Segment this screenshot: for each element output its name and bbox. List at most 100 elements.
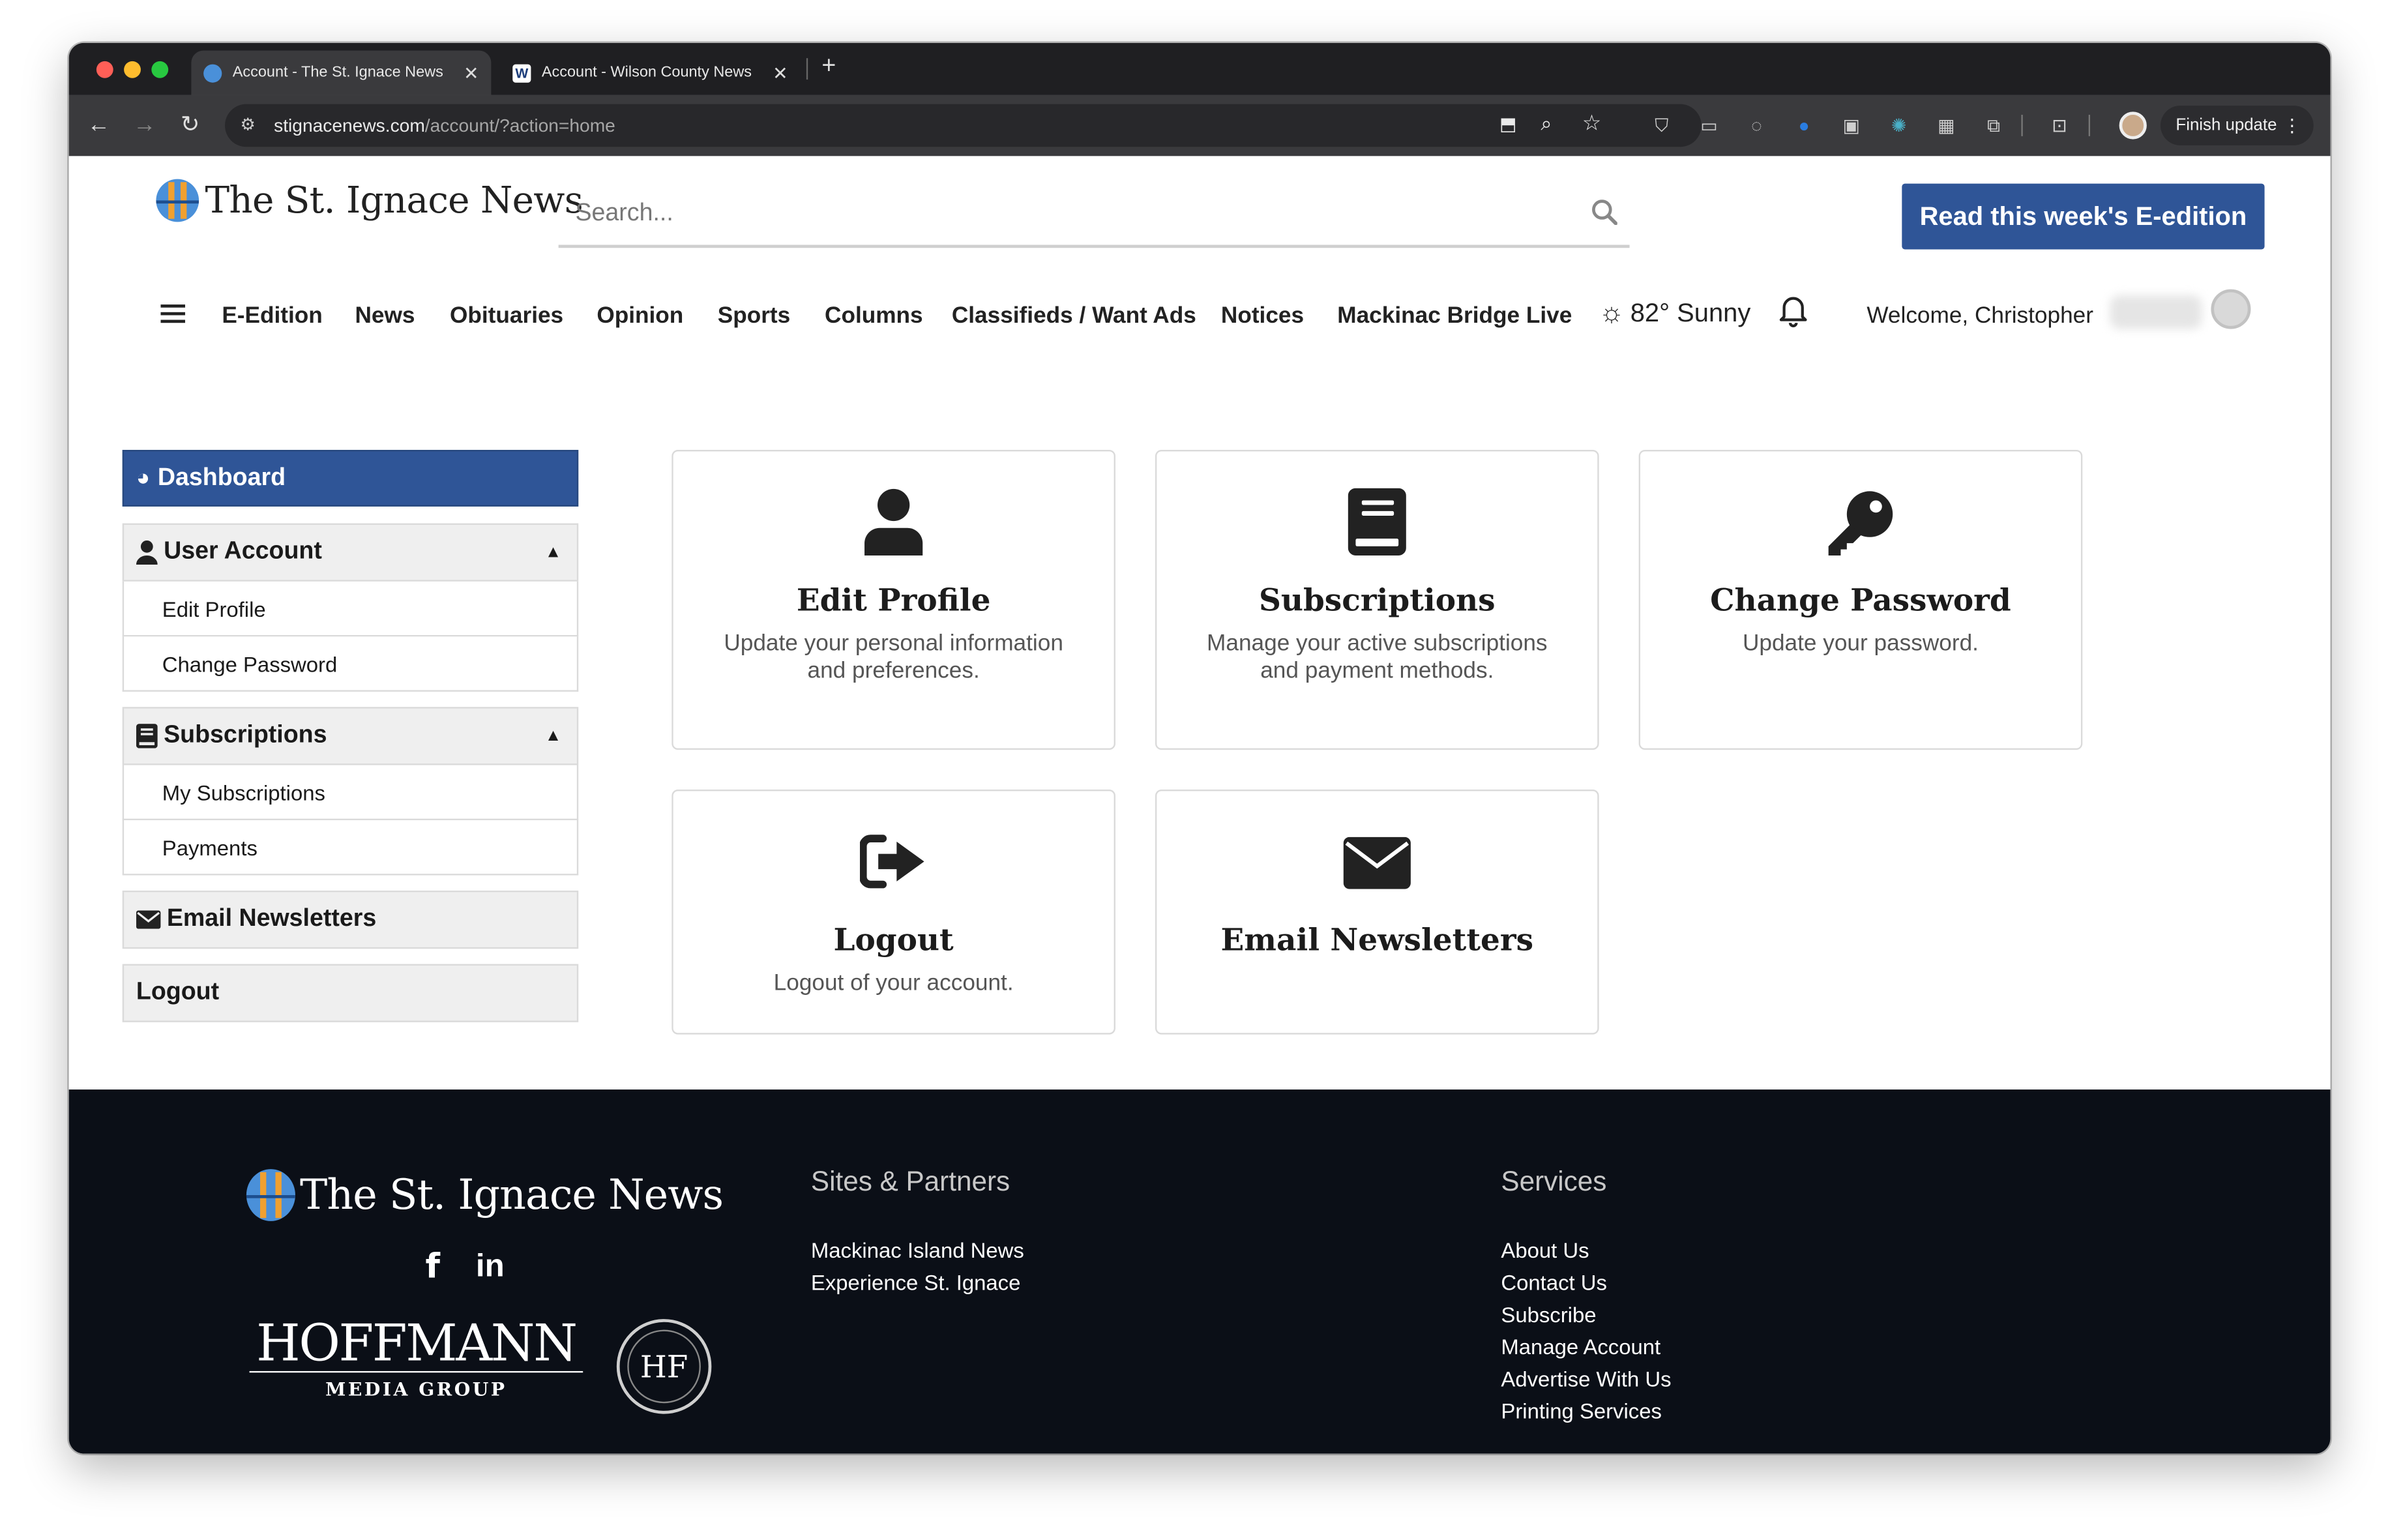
reading-mode-icon[interactable]: ⊡ bbox=[2047, 113, 2072, 138]
forward-arrow-icon[interactable]: → bbox=[133, 110, 156, 141]
user-icon bbox=[136, 540, 158, 565]
search-bar bbox=[558, 184, 1630, 248]
back-arrow-icon[interactable]: ← bbox=[87, 110, 110, 141]
sidebar-subscriptions[interactable]: Subscriptions ▲ bbox=[122, 707, 579, 765]
bridge-logo-icon bbox=[246, 1169, 295, 1221]
hoffmann-family-seal[interactable]: HF bbox=[616, 1319, 712, 1414]
logo-text: The St. Ignace News bbox=[205, 179, 583, 222]
services-heading: Services bbox=[1501, 1166, 1607, 1197]
read-e-edition-button[interactable]: Read this week's E-edition bbox=[1902, 183, 2265, 250]
sidebar-subscriptions-label: Subscriptions bbox=[164, 722, 327, 748]
footer-logo[interactable]: The St. Ignace News bbox=[246, 1169, 724, 1221]
sidebar-logout[interactable]: Logout bbox=[122, 964, 579, 1022]
bookmark-star-icon[interactable]: ☆ bbox=[1582, 110, 1601, 136]
sidebar-payments[interactable]: Payments bbox=[122, 820, 579, 876]
book-icon bbox=[136, 724, 158, 748]
media-group-text: MEDIA GROUP bbox=[325, 1378, 507, 1400]
close-window-button[interactable] bbox=[96, 61, 113, 78]
footer-link-experience-st-ignace[interactable]: Experience St. Ignace bbox=[811, 1270, 1021, 1295]
footer: The St. Ignace News f in HOFFMANN MEDIA … bbox=[68, 1089, 2331, 1454]
footer-link-contact-us[interactable]: Contact Us bbox=[1501, 1270, 1607, 1295]
minimize-window-button[interactable] bbox=[124, 61, 141, 78]
site-settings-icon[interactable]: ⚙ bbox=[240, 115, 255, 134]
install-app-icon[interactable]: ⬒ bbox=[1499, 113, 1517, 135]
url-path: /account/?action=home bbox=[424, 115, 615, 136]
tab-title: Account - Wilson County News bbox=[541, 64, 752, 81]
tab-st-ignace-account[interactable]: Account - The St. Ignace News ✕ bbox=[191, 50, 492, 95]
card-description: Update your personal information and pre… bbox=[724, 630, 1063, 685]
hamburger-menu-icon[interactable] bbox=[160, 303, 185, 325]
linkedin-icon[interactable]: in bbox=[476, 1249, 505, 1285]
caret-up-icon: ▲ bbox=[544, 726, 562, 745]
envelope-large-icon bbox=[1157, 837, 1597, 889]
card-email-newsletters[interactable]: Email Newsletters bbox=[1155, 790, 1599, 1035]
w-favicon-icon: W bbox=[512, 63, 531, 82]
chat-extension-icon[interactable]: ◌ bbox=[1745, 113, 1769, 138]
react-extension-icon[interactable]: ✺ bbox=[1887, 113, 1911, 138]
card-edit-profile[interactable]: Edit Profile Update your personal inform… bbox=[671, 450, 1115, 750]
book-large-icon bbox=[1157, 488, 1597, 555]
card-description: Update your password. bbox=[1742, 630, 1979, 657]
maximize-window-button[interactable] bbox=[151, 61, 169, 78]
tab-divider bbox=[806, 58, 808, 80]
hoffmann-wordmark: HOFFMANN bbox=[249, 1315, 583, 1373]
nav-opinion[interactable]: Opinion bbox=[597, 303, 683, 329]
user-large-icon bbox=[673, 488, 1114, 555]
sidebar-my-subscriptions[interactable]: My Subscriptions bbox=[122, 765, 579, 820]
footer-link-subscribe[interactable]: Subscribe bbox=[1501, 1302, 1596, 1327]
sidebar-email-newsletters-label: Email Newsletters bbox=[166, 906, 377, 932]
sidebar-email-newsletters[interactable]: Email Newsletters bbox=[122, 890, 579, 949]
close-tab-icon[interactable]: ✕ bbox=[773, 62, 788, 83]
profile-avatar[interactable] bbox=[2119, 111, 2147, 140]
sidebar-edit-profile[interactable]: Edit Profile bbox=[122, 581, 579, 637]
tab-wilson-county-account[interactable]: W Account - Wilson County News ✕ bbox=[500, 50, 800, 95]
bell-icon[interactable] bbox=[1778, 294, 1808, 328]
zoom-icon[interactable]: ⌕ bbox=[1541, 111, 1552, 136]
page: The St. Ignace News Read this week's E-e… bbox=[68, 156, 2331, 1454]
weather-text: 82° Sunny bbox=[1630, 297, 1751, 327]
nav-sports[interactable]: Sports bbox=[718, 303, 791, 329]
hoffmann-media-group-logo[interactable]: HOFFMANN MEDIA GROUP bbox=[249, 1315, 583, 1411]
nav-mackinac-bridge-live[interactable]: Mackinac Bridge Live bbox=[1337, 303, 1572, 329]
nav-news[interactable]: News bbox=[355, 303, 415, 329]
sidebar-user-account[interactable]: User Account ▲ bbox=[122, 523, 579, 582]
reload-icon[interactable]: ↻ bbox=[181, 110, 200, 141]
shield-extension-icon[interactable]: ⛉ bbox=[1649, 113, 1674, 138]
close-tab-icon[interactable]: ✕ bbox=[464, 62, 479, 83]
nav-notices[interactable]: Notices bbox=[1221, 303, 1304, 329]
card-change-password[interactable]: Change Password Update your password. bbox=[1638, 450, 2083, 750]
sidebar-change-password[interactable]: Change Password bbox=[122, 636, 579, 692]
browser-toolbar: ← → ↻ ⚙ stignacenews.com/account/?action… bbox=[68, 95, 2331, 156]
welcome-text: Welcome, Christopher bbox=[1866, 303, 2093, 329]
nav-classifieds[interactable]: Classifieds / Want Ads bbox=[952, 303, 1196, 329]
grid-extension-icon[interactable]: ▦ bbox=[1934, 113, 1959, 138]
window-extension-icon[interactable]: ▣ bbox=[1839, 113, 1864, 138]
nav-obituaries[interactable]: Obituaries bbox=[450, 303, 563, 329]
address-bar[interactable]: ⚙ stignacenews.com/account/?action=home … bbox=[225, 104, 1702, 147]
card-subscriptions[interactable]: Subscriptions Manage your active subscri… bbox=[1155, 450, 1599, 750]
sidebar-dashboard[interactable]: ◕ Dashboard bbox=[122, 450, 579, 507]
puzzle-extensions-icon[interactable]: ⧉ bbox=[1981, 113, 2006, 138]
footer-link-advertise-with-us[interactable]: Advertise With Us bbox=[1501, 1367, 1671, 1391]
weather-widget[interactable]: ☼ 82° Sunny bbox=[1599, 297, 1751, 329]
extension-icon[interactable]: ▭ bbox=[1697, 113, 1722, 138]
footer-link-printing-services[interactable]: Printing Services bbox=[1501, 1399, 1662, 1423]
facebook-icon[interactable]: f bbox=[425, 1249, 439, 1287]
card-logout[interactable]: Logout Logout of your account. bbox=[671, 790, 1115, 1035]
nav-e-edition[interactable]: E-Edition bbox=[222, 303, 322, 329]
new-tab-button[interactable]: + bbox=[821, 53, 836, 81]
blue-circle-extension-icon[interactable]: ● bbox=[1792, 113, 1816, 138]
nav-columns[interactable]: Columns bbox=[825, 303, 923, 329]
finish-update-button[interactable]: Finish update ⋮ bbox=[2160, 105, 2314, 145]
card-description: Logout of your account. bbox=[773, 970, 1014, 996]
search-input[interactable] bbox=[558, 199, 1538, 230]
envelope-icon bbox=[136, 910, 161, 929]
site-logo[interactable]: The St. Ignace News bbox=[156, 179, 583, 222]
footer-link-about-us[interactable]: About Us bbox=[1501, 1238, 1589, 1263]
footer-logo-text: The St. Ignace News bbox=[300, 1171, 724, 1219]
footer-link-mackinac-island-news[interactable]: Mackinac Island News bbox=[811, 1238, 1024, 1263]
footer-link-manage-account[interactable]: Manage Account bbox=[1501, 1335, 1660, 1359]
more-menu-icon[interactable]: ⋮ bbox=[2283, 115, 2301, 136]
user-avatar[interactable] bbox=[2211, 289, 2251, 329]
search-icon[interactable] bbox=[1591, 199, 1618, 226]
